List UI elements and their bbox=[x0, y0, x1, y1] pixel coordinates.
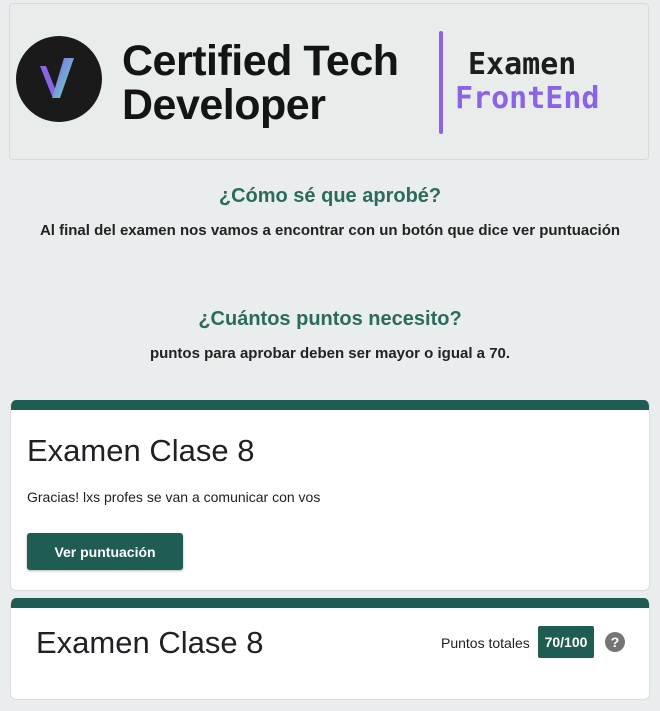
exam-submitted-card: Examen Clase 8 Gracias! lxs profes se va… bbox=[10, 400, 650, 591]
exam-word: Examen bbox=[468, 47, 577, 82]
v-logo-icon bbox=[16, 36, 102, 122]
faq-answer-2: puntos para aprobar deben ser mayor o ig… bbox=[149, 345, 511, 362]
card-title: Examen Clase 8 bbox=[27, 433, 255, 468]
faq-answer-1: Al final del examen nos vamos a encontra… bbox=[39, 222, 621, 239]
brand-title-line1: Certified Tech bbox=[122, 37, 399, 85]
brand-divider bbox=[439, 31, 443, 134]
faq-question-2: ¿Cuántos puntos necesito? bbox=[198, 308, 462, 330]
faq-question-1: ¿Cómo sé que aprobé? bbox=[218, 185, 442, 207]
help-icon[interactable]: ? bbox=[605, 632, 625, 652]
total-points-badge: 70/100 bbox=[538, 626, 594, 658]
card-top-bar bbox=[11, 400, 649, 410]
brand-title-line2: Developer bbox=[122, 81, 326, 129]
view-score-button[interactable]: Ver puntuación bbox=[27, 533, 183, 570]
card-top-bar bbox=[11, 598, 649, 608]
brand-banner: Certified Tech Developer Examen FrontEnd bbox=[9, 3, 649, 160]
confirmation-message: Gracias! lxs profes se van a comunicar c… bbox=[27, 489, 321, 505]
card-title: Examen Clase 8 bbox=[36, 625, 264, 660]
frontend-word: FrontEnd bbox=[455, 81, 600, 116]
exam-score-card: Examen Clase 8 Puntos totales 70/100 ? bbox=[10, 598, 650, 700]
total-points-label: Puntos totales bbox=[441, 635, 530, 651]
